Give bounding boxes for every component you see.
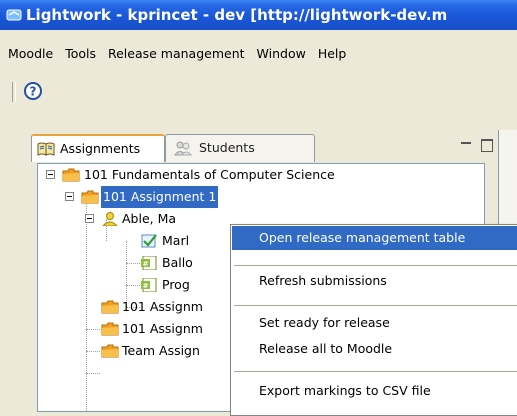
menu-separator [234,265,517,266]
collapse-icon[interactable] [46,170,55,179]
menu-tools[interactable]: Tools [65,46,96,61]
tree-label: Ballo [162,255,193,270]
svg-text:#: # [143,282,149,290]
code-file-icon: # [141,278,157,292]
window-title: Lightwork - kprincet - dev [http://light… [26,6,448,24]
view-tabs: Assignments Students [31,134,498,163]
maximize-icon[interactable] [481,139,493,152]
tab-students[interactable]: Students [165,134,315,162]
user-icon [102,212,118,226]
context-menu: Open release management table Refresh su… [230,224,517,416]
menu-moodle[interactable]: Moodle [8,46,53,61]
tree-label: 101 Fundamentals of Computer Science [84,167,335,182]
help-question-icon[interactable]: ? [23,81,43,101]
collapse-icon[interactable] [85,214,94,223]
toolbar-separator [12,82,16,102]
svg-text:?: ? [30,85,37,99]
folder-icon [101,300,119,314]
tree-label: Prog [162,277,190,292]
menu-item-set-ready-for-release[interactable]: Set ready for release [232,311,517,335]
menu-help[interactable]: Help [318,46,347,61]
menu-item-label: Release all to Moodle [259,341,393,356]
menu-release-management[interactable]: Release management [108,46,245,61]
svg-text:#: # [143,260,149,268]
menu-window[interactable]: Window [257,46,306,61]
folder-open-icon [81,190,99,204]
tree-connector [86,373,100,374]
title-bar: Lightwork - kprincet - dev [http://light… [0,0,517,30]
toolbar: ? [0,76,517,104]
menu-item-export-markings-to-csv[interactable]: Export markings to CSV file [232,379,517,403]
users-icon [174,141,192,156]
tree-label-selected: 101 Assignment 1 [101,186,219,208]
collapse-icon[interactable] [65,192,74,201]
tree-label: Able, Ma [122,211,177,226]
checked-document-icon [141,234,157,248]
tree-label: 101 Assignm [122,299,203,314]
menu-item-refresh-submissions[interactable]: Refresh submissions [232,269,517,293]
folder-icon [101,344,119,358]
menu-item-label: Set ready for release [259,315,390,330]
tab-students-label: Students [199,140,255,155]
menu-item-label: Open release management table [259,230,466,245]
menu-item-open-release-management-table[interactable]: Open release management table [232,226,517,250]
folder-icon [101,322,119,336]
folder-open-icon [62,168,80,182]
tab-assignments-label: Assignments [60,141,141,156]
book-icon [37,142,55,156]
tree-node-course[interactable]: 101 Fundamentals of Computer Science [38,164,484,186]
code-file-icon: # [141,256,157,270]
tree-label: 101 Assignm [122,321,203,336]
tree-node-assignment[interactable]: 101 Assignment 1 [38,186,484,208]
tree-label: Team Assign [122,343,200,358]
app-icon [6,9,22,21]
menu-item-release-all-to-moodle[interactable]: Release all to Moodle [232,337,517,361]
minimize-icon[interactable] [461,142,471,147]
tab-assignments[interactable]: Assignments [31,134,165,162]
menu-item-label: Refresh submissions [259,273,387,288]
menu-separator [234,305,517,306]
menu-bar: Moodle Tools Release management Window Help [0,46,350,68]
menu-item-label: Export markings to CSV file [259,383,431,398]
tree-label: Marl [162,233,190,248]
view-controls [454,138,499,156]
menu-separator [234,371,517,372]
